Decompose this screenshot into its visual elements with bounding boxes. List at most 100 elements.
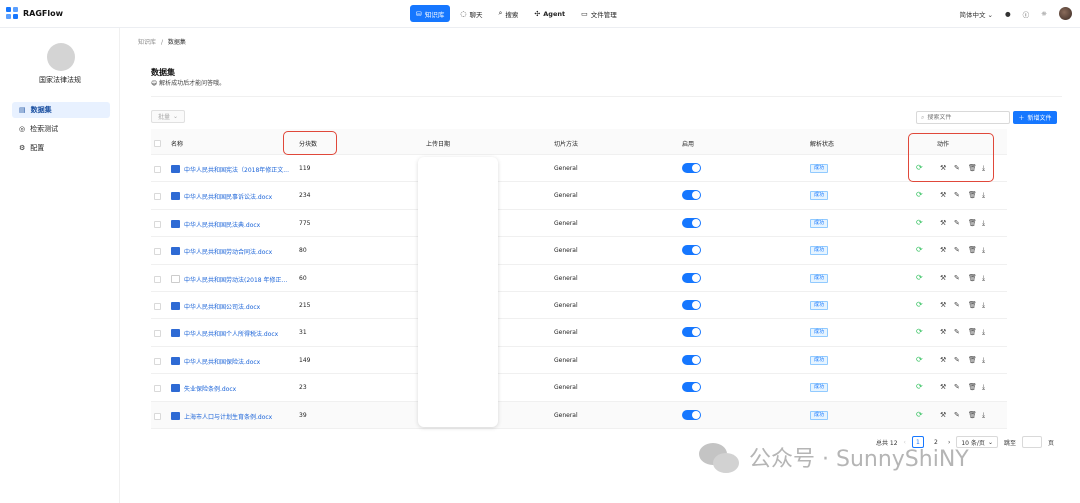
delete-icon[interactable]: 🗑 [968, 328, 977, 336]
delete-icon[interactable]: 🗑 [968, 246, 977, 254]
row-checkbox[interactable] [154, 357, 161, 365]
tool-icon[interactable]: ⚒ [940, 191, 946, 199]
search-box[interactable]: ⌕ [916, 111, 1010, 124]
sidebar-item-dataset[interactable]: ▤ 数据集 [12, 102, 110, 118]
edit-icon[interactable]: ✎ [954, 219, 960, 227]
delete-icon[interactable]: 🗑 [968, 301, 977, 309]
file-name-link[interactable]: 中华人民共和国民事诉讼法.docx [184, 192, 272, 201]
file-name-link[interactable]: 中华人民共和国劳动合同法.docx [184, 247, 272, 256]
search-input[interactable] [927, 114, 1003, 121]
enable-toggle[interactable] [682, 245, 701, 256]
enable-toggle[interactable] [682, 382, 701, 393]
batch-button[interactable]: 批量 ⌄ [151, 110, 185, 123]
row-checkbox[interactable] [154, 275, 161, 283]
reparse-icon[interactable]: ⟳ [916, 245, 923, 254]
file-name-link[interactable]: 中华人民共和国个人所得税法.docx [184, 329, 278, 338]
download-icon[interactable]: ⤓ [982, 411, 985, 420]
select-all-checkbox[interactable] [154, 140, 161, 147]
tool-icon[interactable]: ⚒ [940, 246, 946, 254]
enable-toggle[interactable] [682, 190, 701, 201]
reparse-icon[interactable]: ⟳ [916, 190, 923, 199]
tool-icon[interactable]: ⚒ [940, 328, 946, 336]
sidebar-item-retrieval-test[interactable]: ◎ 检索测试 [12, 121, 110, 137]
row-checkbox[interactable] [154, 412, 161, 420]
enable-toggle[interactable] [682, 163, 701, 173]
file-name-link[interactable]: 中华人民共和国公司法.docx [184, 302, 260, 311]
column-name[interactable]: 名称 [171, 139, 183, 148]
download-icon[interactable]: ⤓ [982, 246, 985, 255]
file-name-link[interactable]: 中华人民共和国宪法（2018年修正文... [184, 165, 289, 174]
delete-icon[interactable]: 🗑 [968, 411, 977, 419]
user-avatar[interactable] [1059, 7, 1072, 20]
download-icon[interactable]: ⤓ [982, 274, 985, 283]
row-checkbox[interactable] [154, 248, 161, 256]
row-checkbox[interactable] [154, 385, 161, 393]
edit-icon[interactable]: ✎ [954, 301, 960, 309]
row-checkbox[interactable] [154, 303, 161, 310]
sidebar-item-config[interactable]: ⚙ 配置 [12, 140, 110, 156]
breadcrumb-root[interactable]: 知识库 [138, 39, 156, 46]
edit-icon[interactable]: ✎ [954, 246, 960, 254]
download-icon[interactable]: ⤓ [982, 356, 985, 365]
github-icon[interactable]: ● [1005, 10, 1011, 18]
column-upload-date[interactable]: 上传日期 [426, 139, 450, 148]
download-icon[interactable]: ⤓ [982, 191, 985, 200]
reparse-icon[interactable]: ⟳ [916, 410, 923, 419]
delete-icon[interactable]: 🗑 [968, 383, 977, 391]
row-checkbox[interactable] [154, 193, 161, 201]
edit-icon[interactable]: ✎ [954, 356, 960, 364]
download-icon[interactable]: ⤓ [982, 328, 985, 337]
tool-icon[interactable]: ⚒ [940, 219, 946, 227]
edit-icon[interactable]: ✎ [954, 191, 960, 199]
enable-toggle[interactable] [682, 272, 701, 283]
nav-chat[interactable]: ◌ 聊天 [454, 5, 489, 22]
reparse-icon[interactable]: ⟳ [916, 300, 923, 309]
theme-toggle-icon[interactable]: ☼ [1041, 10, 1047, 18]
reparse-icon[interactable]: ⟳ [916, 273, 923, 282]
enable-toggle[interactable] [682, 354, 701, 365]
edit-icon[interactable]: ✎ [954, 411, 960, 419]
tool-icon[interactable]: ⚒ [940, 383, 946, 391]
reparse-icon[interactable]: ⟳ [916, 218, 923, 227]
jump-input[interactable] [1021, 436, 1042, 448]
tool-icon[interactable]: ⚒ [940, 411, 946, 419]
nav-file-manager[interactable]: ▭ 文件管理 [575, 5, 623, 22]
language-select[interactable]: 简体中文 ⌄ [959, 9, 993, 19]
table-row: 中华人民共和国宪法（2018年修正文... 119 General 成功 ⟳ ⚒ ✎ 🗑 ⤓ [151, 155, 1007, 183]
delete-icon[interactable]: 🗑 [968, 274, 977, 282]
tool-icon[interactable]: ⚒ [940, 274, 946, 282]
edit-icon[interactable]: ✎ [954, 383, 960, 391]
delete-icon[interactable]: 🗑 [968, 219, 977, 227]
edit-icon[interactable]: ✎ [954, 328, 960, 336]
nav-search[interactable]: ⌕ 搜索 [492, 5, 525, 22]
file-name-link[interactable]: 中华人民共和国保险法.docx [184, 357, 260, 366]
file-name-link[interactable]: 中华人民共和国民法典.docx [184, 220, 260, 229]
add-file-button[interactable]: ＋ 新增文件 [1013, 111, 1057, 124]
app-logo[interactable]: RAGFlow [6, 7, 63, 20]
enable-toggle[interactable] [682, 300, 701, 310]
file-name-link[interactable]: 失业保险条例.docx [184, 384, 236, 393]
row-checkbox[interactable] [154, 330, 161, 338]
row-checkbox[interactable] [154, 220, 161, 228]
download-icon[interactable]: ⤓ [982, 301, 985, 310]
tool-icon[interactable]: ⚒ [940, 356, 946, 364]
reparse-icon[interactable]: ⟳ [916, 327, 923, 336]
help-icon[interactable]: ⓘ [1023, 9, 1030, 19]
enable-toggle[interactable] [682, 217, 701, 228]
download-icon[interactable]: ⤓ [982, 219, 985, 228]
delete-icon[interactable]: 🗑 [968, 191, 977, 199]
download-icon[interactable]: ⤓ [982, 383, 985, 392]
nav-agent[interactable]: ✣ Agent [528, 5, 572, 22]
enable-toggle[interactable] [682, 409, 701, 420]
nav-knowledge-base[interactable]: ⛁ 知识库 [410, 5, 451, 22]
file-name-link[interactable]: 中华人民共和国劳动法(2018 年修正... [184, 275, 287, 284]
edit-icon[interactable]: ✎ [954, 274, 960, 282]
file-name-link[interactable]: 上海市人口与计划生育条例.docx [184, 412, 272, 421]
row-checkbox[interactable] [154, 166, 161, 173]
chunk-method: General [554, 192, 578, 200]
enable-toggle[interactable] [682, 327, 701, 338]
delete-icon[interactable]: 🗑 [968, 356, 977, 364]
tool-icon[interactable]: ⚒ [940, 301, 946, 309]
reparse-icon[interactable]: ⟳ [916, 382, 923, 391]
reparse-icon[interactable]: ⟳ [916, 355, 923, 364]
